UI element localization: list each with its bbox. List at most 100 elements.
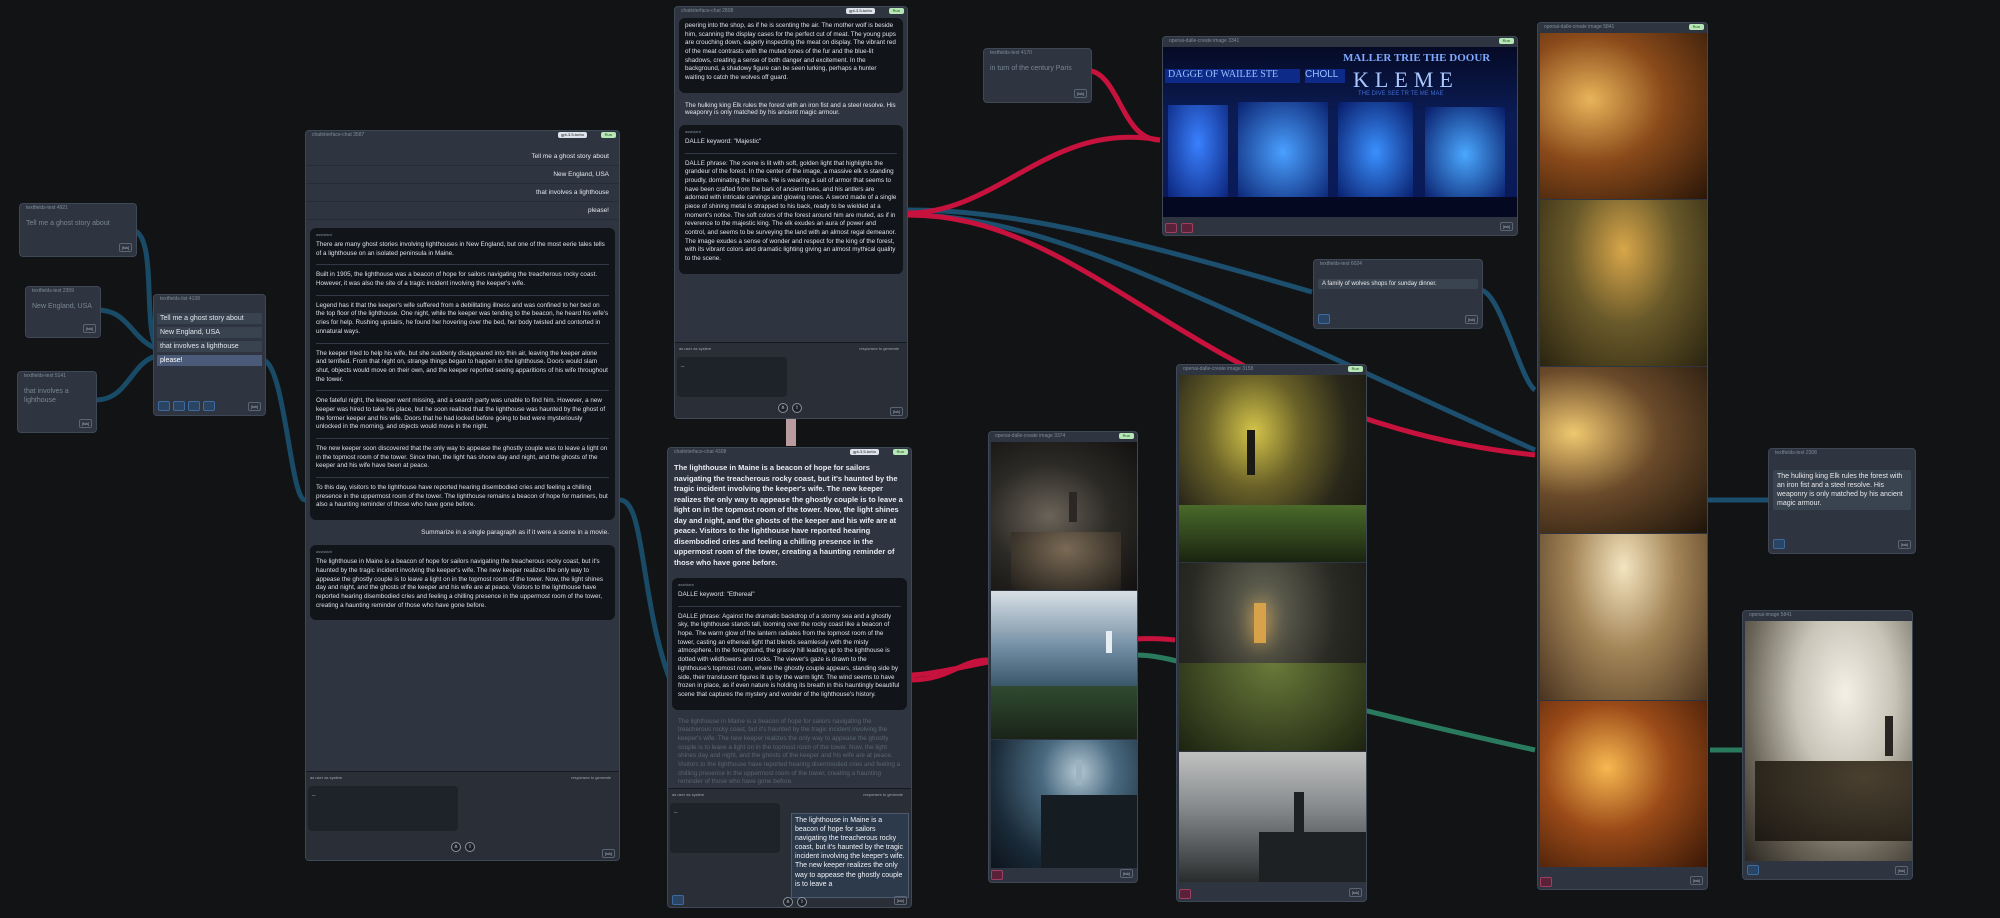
token-button[interactable]: [tok] [1895, 866, 1908, 875]
shop-sign-text: CHOLL [1305, 69, 1345, 83]
chat-input-area[interactable]: as user as system responses to generate _… [675, 342, 907, 418]
text-list-node[interactable]: textfields-list 4108 Tell me a ghost sto… [153, 294, 266, 416]
role-tabs[interactable]: as user as system [679, 346, 711, 351]
run-button[interactable]: Run [1347, 366, 1363, 372]
text-node-paris[interactable]: textfields-text 4170 in turn of the cent… [983, 48, 1092, 103]
token-button[interactable]: [tok] [894, 896, 907, 905]
generated-image [1540, 33, 1707, 199]
chat-input-area[interactable]: as user as system responses to generate _… [306, 771, 619, 860]
shop-sign-text: DAGGE OF WAILEE STE [1165, 69, 1300, 83]
token-button[interactable]: [tok] [1349, 888, 1362, 897]
text-field[interactable]: Tell me a ghost story about [20, 213, 136, 234]
generated-image [1179, 563, 1366, 751]
chat-node-lighthouse[interactable]: chatinterface-chat 4308 gpt-3.5-turbo Ru… [667, 447, 912, 908]
model-select[interactable]: gpt-3.5-turbo [850, 449, 879, 455]
output-handle[interactable] [672, 895, 684, 905]
generated-image: MALLER TRIE THE DOOUR DAGGE OF WAILEE ST… [1163, 47, 1517, 217]
shop-sign-text: KLEME [1353, 67, 1459, 92]
system-prompt: The lighthouse in Maine is a beacon of h… [674, 463, 903, 567]
output-handle[interactable] [1318, 314, 1330, 324]
run-button[interactable]: Run [600, 132, 616, 138]
role-tabs[interactable]: as user as system [672, 792, 704, 797]
token-button[interactable]: [tok] [602, 849, 615, 858]
token-button[interactable]: [tok] [79, 419, 92, 428]
wire [94, 352, 161, 403]
output-handle[interactable] [158, 401, 170, 411]
token-button[interactable]: [tok] [1074, 89, 1087, 98]
token-button[interactable]: [tok] [119, 243, 132, 252]
text-field[interactable]: The hulking king Elk rules the forest wi… [1773, 470, 1911, 511]
wire [1084, 67, 1161, 143]
role-tabs[interactable]: as user as system [310, 775, 342, 780]
chat-node-ghost-story[interactable]: chatinterface-chat 3587 gpt-3.5-turbo Ru… [305, 130, 620, 861]
text-field[interactable]: that involves a lighthouse [18, 381, 96, 411]
output-handle[interactable] [1165, 223, 1177, 233]
send-icon[interactable]: ⇧ [797, 897, 807, 907]
token-button[interactable]: [tok] [1690, 876, 1703, 885]
send-icon[interactable]: ⇧ [792, 403, 802, 413]
output-handle[interactable] [203, 401, 215, 411]
token-button[interactable]: [tok] [83, 324, 96, 333]
image-node-wolf-shop[interactable]: openai-dalle-create image 3341 Run MALLE… [1162, 36, 1518, 236]
token-button[interactable]: [tok] [1500, 222, 1513, 231]
run-button[interactable]: Run [1118, 433, 1134, 439]
output-handle[interactable] [1540, 877, 1552, 887]
chat-textarea[interactable]: _ [308, 786, 458, 831]
text-node-ghost[interactable]: textfields-text 4921 Tell me a ghost sto… [19, 203, 137, 257]
list-item-selected[interactable]: please! [157, 355, 262, 366]
run-button[interactable]: Run [1688, 24, 1704, 30]
responses-label: responses to generate [859, 346, 899, 351]
text-node-lighthouse[interactable]: textfields-text 5141 that involves a lig… [17, 371, 97, 433]
image-node-lighthouses-a[interactable]: openai-dalle-create image 3374 Run [tok] [988, 431, 1138, 883]
image-node-elks[interactable]: openai-dalle-create image 5841 Run [tok] [1537, 22, 1708, 890]
token-button[interactable]: [tok] [1465, 315, 1478, 324]
output-handle[interactable] [991, 870, 1003, 880]
generated-image [1540, 701, 1707, 867]
fork-icon[interactable]: ⋔ [778, 403, 788, 413]
token-button[interactable]: [tok] [248, 402, 261, 411]
list-item[interactable]: that involves a lighthouse [157, 341, 262, 352]
token-button[interactable]: [tok] [1120, 869, 1133, 878]
output-handle[interactable] [1179, 889, 1191, 899]
chat-textarea[interactable]: _ [677, 357, 787, 397]
assistant-message: assistant There are many ghost stories i… [310, 228, 615, 521]
list-item[interactable]: Tell me a ghost story about [157, 313, 262, 324]
list-item[interactable]: New England, USA [157, 327, 262, 338]
wire [619, 497, 673, 681]
output-handle[interactable] [1747, 865, 1759, 875]
chat-node-elk[interactable]: chatinterface-chat 2808 gpt-3.5-turbo Ru… [674, 6, 908, 419]
user-message: Summarize in a single paragraph as if it… [421, 529, 609, 537]
model-select[interactable]: gpt-3.5-turbo [558, 132, 587, 138]
token-button[interactable]: [tok] [1898, 540, 1911, 549]
responses-label: responses to generate [863, 792, 903, 797]
image-node-lighthouse-single[interactable]: openai-image 5841 [tok] [1742, 610, 1913, 880]
fork-icon[interactable]: ⋔ [451, 842, 461, 852]
image-node-lighthouses-b[interactable]: openai-dalle-create image 3158 Run [tok] [1176, 364, 1367, 902]
text-node-wolves[interactable]: textfields-text 6024 A family of wolves … [1313, 259, 1483, 329]
run-button[interactable]: Run [892, 449, 908, 455]
chat-textarea[interactable]: _ [670, 803, 780, 853]
model-select[interactable]: gpt-3.5-turbo [846, 8, 875, 14]
fork-icon[interactable]: ⋔ [783, 897, 793, 907]
send-icon[interactable]: ⇧ [465, 842, 475, 852]
text-field[interactable]: in turn of the century Paris [984, 58, 1091, 79]
run-button[interactable]: Run [888, 8, 904, 14]
run-button[interactable]: Run [1498, 38, 1514, 44]
token-button[interactable]: [tok] [890, 407, 903, 416]
user-message: please! [306, 202, 619, 220]
chat-input-area[interactable]: as user as system responses to generate _… [668, 788, 911, 907]
text-field[interactable]: New England, USA [26, 296, 100, 317]
generated-image [991, 591, 1137, 739]
assistant-message: peering into the shop, as if he is scent… [679, 18, 903, 93]
output-handle[interactable] [1773, 539, 1785, 549]
text-node-ne[interactable]: textfields-text 2359 New England, USA [t… [25, 286, 101, 338]
generated-image [1540, 200, 1707, 366]
pending-message: The lighthouse in Maine is a beacon of h… [678, 717, 901, 786]
text-node-elk[interactable]: textfields-text 2308 The hulking king El… [1768, 448, 1916, 554]
output-handle[interactable] [173, 401, 185, 411]
output-handle[interactable] [188, 401, 200, 411]
output-handle[interactable] [1181, 223, 1193, 233]
generated-image [1540, 534, 1707, 700]
text-field[interactable]: A family of wolves shops for sunday dinn… [1318, 279, 1478, 289]
text-tooltip: The lighthouse in Maine is a beacon of h… [791, 813, 909, 898]
